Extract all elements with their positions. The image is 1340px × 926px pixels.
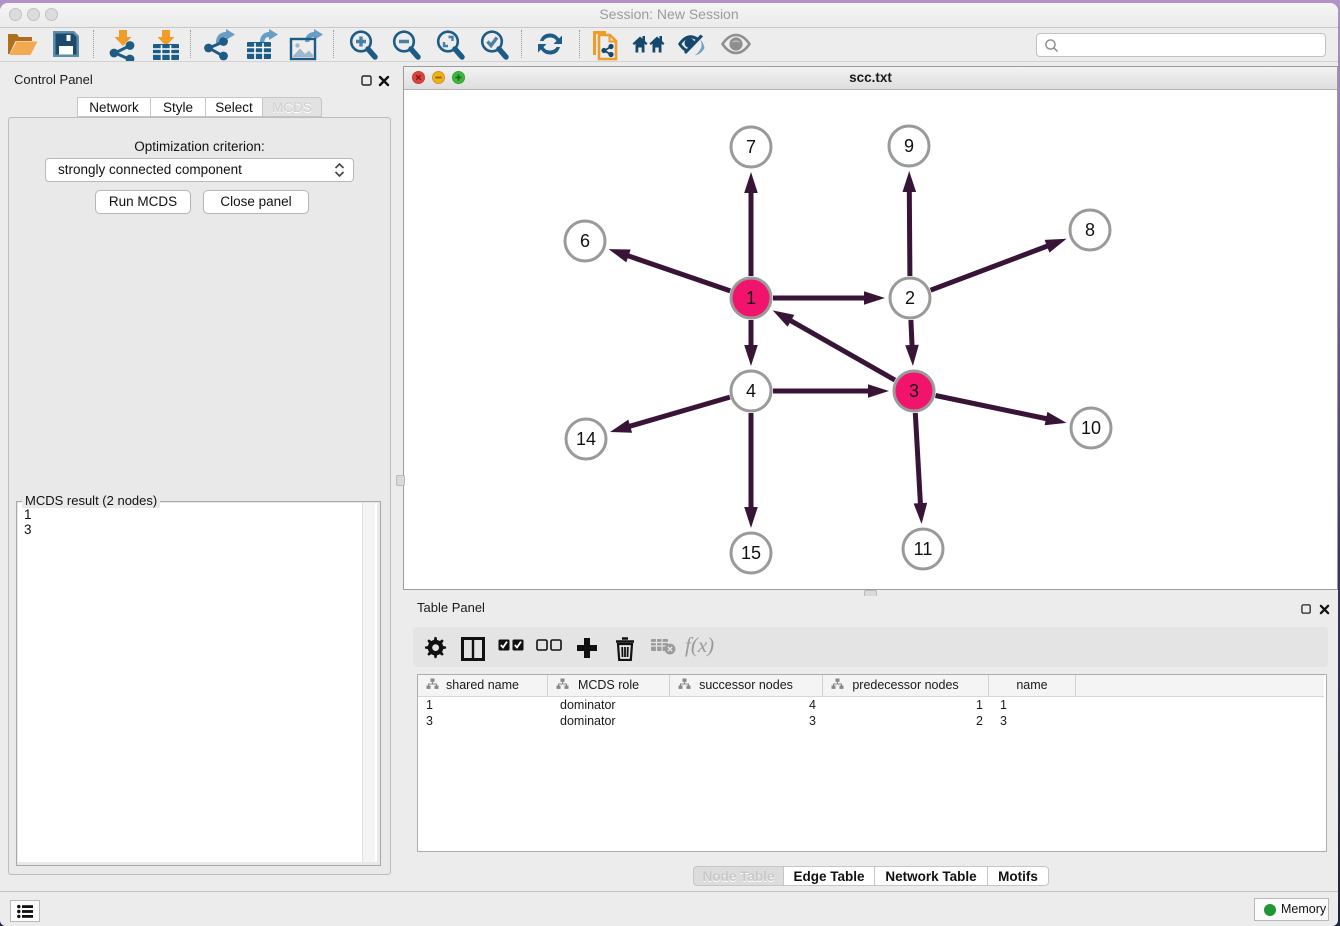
svg-text:8: 8 <box>1085 220 1095 240</box>
svg-text:9: 9 <box>904 136 914 156</box>
svg-text:2: 2 <box>905 288 915 308</box>
svg-text:11: 11 <box>914 539 933 559</box>
svg-text:10: 10 <box>1081 418 1101 438</box>
svg-text:1: 1 <box>746 288 756 308</box>
svg-text:3: 3 <box>909 381 919 401</box>
svg-text:14: 14 <box>576 429 596 449</box>
svg-text:7: 7 <box>746 137 756 157</box>
svg-text:15: 15 <box>741 543 761 563</box>
svg-text:6: 6 <box>580 231 590 251</box>
svg-text:4: 4 <box>746 381 756 401</box>
